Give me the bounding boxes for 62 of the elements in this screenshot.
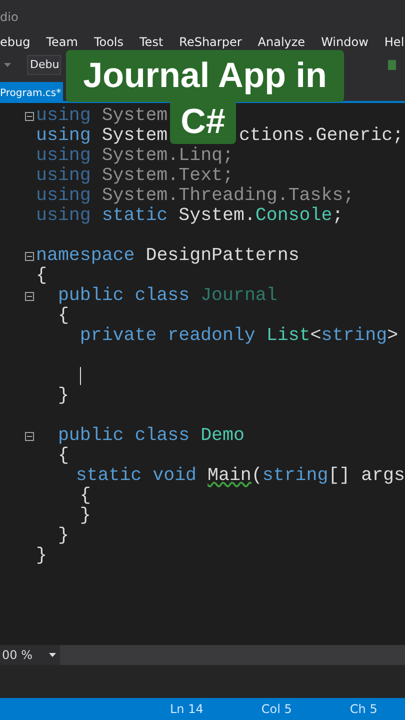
code-text: List <box>265 326 310 346</box>
code-text: ctions.Generic; <box>238 126 404 146</box>
editor-tab[interactable]: Program.cs* <box>0 82 64 101</box>
code-text: using <box>36 186 91 206</box>
menu-item[interactable]: Team <box>46 33 78 51</box>
status-text: Col 5 <box>261 701 292 717</box>
status-text: Ln 14 <box>170 701 204 717</box>
code-text: System <box>100 106 168 126</box>
caption-banner: Journal App in <box>66 50 344 102</box>
code-text: using <box>36 146 91 166</box>
code-text: System.Linq; <box>100 146 234 166</box>
code-text: string <box>321 326 388 346</box>
code-text: } <box>58 526 69 546</box>
code-text: using <box>36 206 91 226</box>
collapse-icon[interactable] <box>25 112 34 120</box>
code-text: ; <box>332 206 344 226</box>
code-text: } <box>36 546 47 566</box>
code-text: { <box>58 446 69 466</box>
code-text: static <box>100 206 168 226</box>
menu-item[interactable]: Test <box>140 33 164 51</box>
code-text: Main <box>206 466 252 486</box>
code-text: System. <box>178 206 256 226</box>
code-text: System.Text; <box>100 166 234 186</box>
code-text: System.Threading.Tasks; <box>100 186 354 206</box>
status-text: Ch 5 <box>350 701 378 717</box>
code-text: [] args <box>328 466 405 486</box>
code-text: Journal <box>200 286 278 306</box>
code-text: { <box>36 266 47 286</box>
code-text: > <box>387 326 398 346</box>
menu-item[interactable]: ReSharper <box>179 33 242 51</box>
code-text: private readonly <box>80 326 256 346</box>
caret-icon[interactable] <box>48 653 56 657</box>
code-text: ( <box>251 466 262 486</box>
configuration-dropdown[interactable]: Debu <box>27 54 62 76</box>
toolbar-icon[interactable] <box>387 59 397 71</box>
collapse-icon[interactable] <box>25 292 34 300</box>
window-title: dio <box>0 10 18 24</box>
code-text: System <box>100 126 168 146</box>
code-text: public class <box>58 426 190 446</box>
code-text: public class <box>58 286 190 306</box>
code-text: { <box>80 486 91 506</box>
menu-item[interactable]: Window <box>321 33 368 51</box>
code-text: string <box>262 466 328 486</box>
code-text: { <box>58 306 69 326</box>
code-text: Demo <box>200 426 244 446</box>
collapse-icon[interactable] <box>25 252 34 260</box>
code-text: using <box>36 126 91 146</box>
code-text: namespace <box>36 246 135 266</box>
menu-item[interactable]: Tools <box>94 33 124 51</box>
menu-item[interactable]: ebug <box>0 33 30 51</box>
caption-banner: C# <box>170 100 236 144</box>
code-text: static void <box>76 466 197 486</box>
code-text: DesignPatterns <box>144 246 300 266</box>
code-text: using <box>36 106 91 126</box>
collapse-icon[interactable] <box>25 432 34 440</box>
menu-item[interactable]: Analyze <box>258 33 306 51</box>
code-text: } <box>80 506 91 526</box>
code-text: < <box>310 326 322 346</box>
code-text: } <box>58 386 69 406</box>
code-text: Console <box>255 206 332 226</box>
code-text: using <box>36 166 91 186</box>
menu-item[interactable]: Hel <box>384 33 404 51</box>
